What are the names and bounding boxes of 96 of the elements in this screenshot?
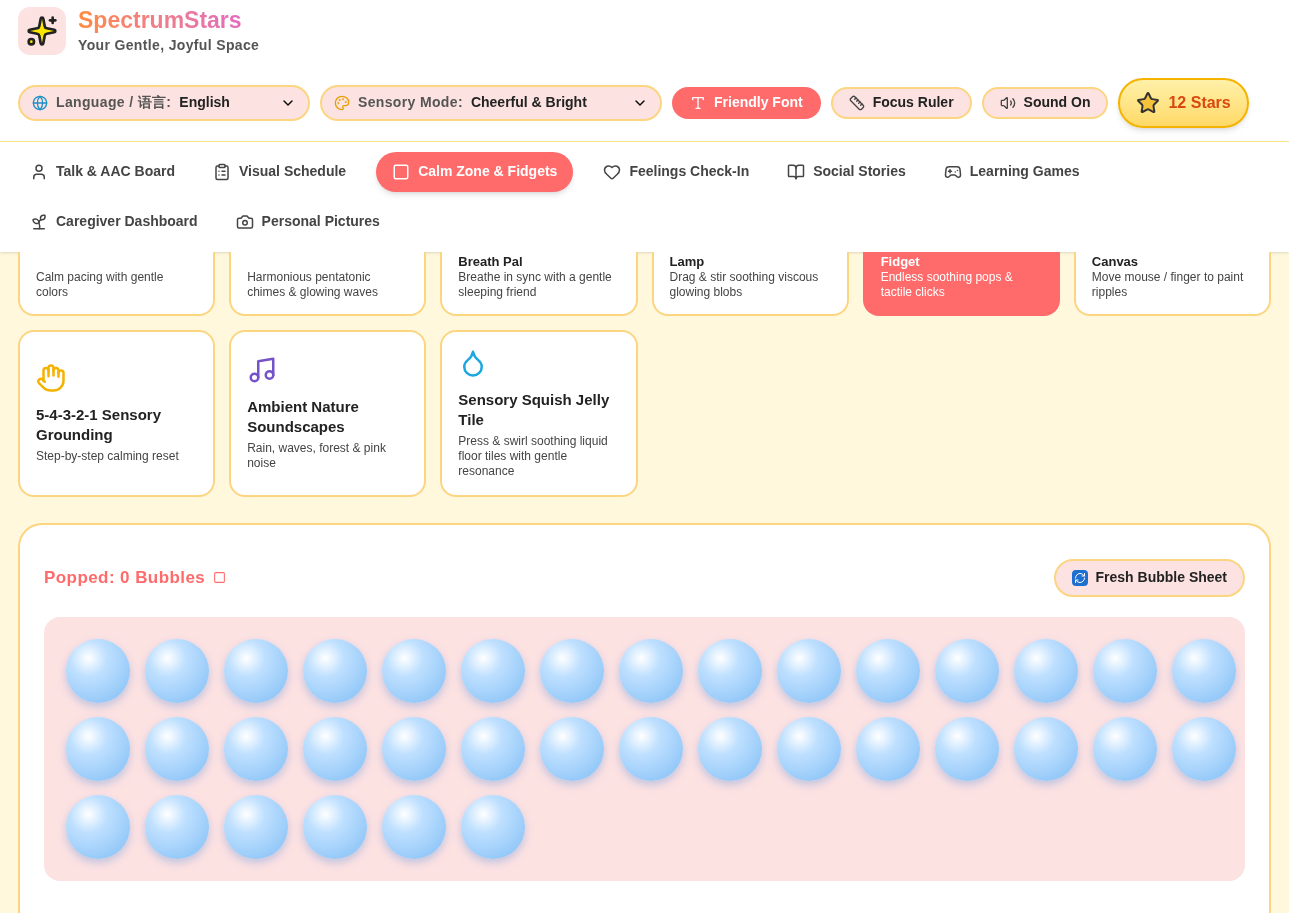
bubble[interactable] — [145, 794, 209, 859]
bubble[interactable] — [698, 716, 762, 781]
card-description: Drag & stir soothing viscous glowing blobs — [669, 269, 820, 300]
bubble[interactable] — [382, 794, 446, 859]
bubble[interactable] — [303, 638, 367, 703]
card-description: Rain, waves, forest & pink noise — [247, 441, 387, 472]
bubble[interactable] — [935, 638, 999, 703]
nav-tab[interactable]: Caregiver Dashboard — [22, 201, 206, 242]
activity-card[interactable]: Canvas Move mouse / finger to paint ripples — [1073, 251, 1271, 316]
square-icon — [213, 571, 227, 585]
card-description: Endless soothing pops & tactile clicks — [880, 269, 1014, 300]
bubble[interactable] — [66, 638, 130, 703]
bubble[interactable] — [777, 716, 841, 781]
camera-icon — [235, 212, 254, 231]
language-label: Language / 语言: — [56, 93, 172, 113]
hand-icon — [36, 362, 66, 393]
sensory-mode-label: Sensory Mode: — [358, 93, 463, 113]
clipboard-icon — [213, 162, 231, 181]
activity-card[interactable]: Sensory Squish Jelly Tile Press & swirl soothing liquid floor tiles with gentle resonance — [440, 329, 638, 497]
music-icon — [247, 355, 278, 386]
toggle-button[interactable]: Sound On — [981, 86, 1109, 119]
card-title: 5-4-3-2-1 Sensory Grounding — [36, 404, 163, 445]
activity-card[interactable]: Breath Pal Breathe in sync with a gentle sleeping friend — [440, 251, 638, 316]
bubble[interactable] — [1014, 716, 1078, 781]
bubble[interactable] — [1093, 716, 1157, 781]
bubble[interactable] — [1014, 638, 1078, 703]
card-title: Ambient Nature Soundscapes — [247, 397, 360, 438]
bubble[interactable] — [777, 638, 841, 703]
card-title: Lamp — [669, 253, 706, 270]
bubble[interactable] — [1172, 638, 1236, 703]
card-title: Breath Pal — [458, 253, 524, 270]
nav-tab[interactable]: Personal Pictures — [227, 201, 388, 242]
bubble[interactable] — [540, 716, 604, 781]
nav-tab[interactable]: Feelings Check-In — [595, 151, 758, 192]
bubble[interactable] — [303, 794, 367, 859]
square-icon — [392, 162, 411, 181]
bubble[interactable] — [224, 794, 288, 859]
sensory-mode-value: Cheerful & Bright — [470, 93, 587, 113]
bubble[interactable] — [935, 716, 999, 781]
bubble[interactable] — [303, 716, 367, 781]
nav-tab[interactable]: Visual Schedule — [205, 151, 355, 192]
bubble[interactable] — [461, 716, 525, 781]
bubble[interactable] — [461, 794, 525, 859]
bubble[interactable] — [856, 638, 920, 703]
app-tagline: Your Gentle, Joyful Space — [78, 35, 260, 55]
activity-card[interactable]: Calm pacing with gentle colors — [18, 251, 216, 316]
nav-tab[interactable]: Learning Games — [935, 151, 1088, 192]
person-icon — [30, 162, 48, 181]
card-description: Press & swirl soothing liquid floor tiles with gentle resonance — [458, 433, 609, 479]
card-title: Fidget — [880, 253, 921, 270]
fresh-sheet-button[interactable]: Fresh Bubble Sheet — [1053, 558, 1245, 597]
bubble[interactable] — [224, 716, 288, 781]
activity-card[interactable]: 5-4-3-2-1 Sensory Grounding Step-by-step calming reset — [18, 329, 216, 497]
language-value: English — [179, 93, 230, 113]
refresh-icon — [1071, 569, 1088, 586]
activity-card[interactable]: Ambient Nature Soundscapes Rain, waves, forest & pink noise — [229, 329, 427, 497]
sensory-mode-select[interactable]: Sensory Mode: Cheerful & Bright — [320, 84, 662, 121]
bubble[interactable] — [145, 716, 209, 781]
nav-tab[interactable]: Social Stories — [779, 151, 914, 192]
heart-icon — [603, 162, 622, 181]
card-description: Calm pacing with gentle colors — [36, 269, 165, 300]
card-description: Breathe in sync with a gentle sleeping friend — [458, 269, 613, 300]
ruler-icon — [848, 94, 865, 111]
toggle-button[interactable]: Focus Ruler — [830, 86, 972, 119]
bubble[interactable] — [382, 638, 446, 703]
logo-icon — [18, 6, 66, 55]
bubble[interactable] — [66, 794, 130, 859]
bubble[interactable] — [856, 716, 920, 781]
card-title: Sensory Squish Jelly Tile — [458, 389, 611, 430]
card-description: Harmonious pentatonic chimes & glowing waves — [247, 269, 379, 300]
bubble[interactable] — [619, 638, 683, 703]
bubble[interactable] — [619, 716, 683, 781]
bubble[interactable] — [540, 638, 604, 703]
language-select[interactable]: Language / 语言: English — [18, 84, 310, 121]
card-description: Move mouse / finger to paint ripples — [1091, 269, 1245, 300]
sprout-icon — [30, 212, 48, 231]
bubble[interactable] — [224, 638, 288, 703]
activity-card[interactable]: Harmonious pentatonic chimes & glowing waves — [229, 251, 427, 316]
book-icon — [787, 162, 806, 181]
nav-tab[interactable]: Talk & AAC Board — [22, 151, 183, 192]
star-icon — [1136, 90, 1161, 115]
popped-counter: Popped: 0 Bubbles — [44, 567, 206, 589]
activity-card[interactable]: Lamp Drag & stir soothing viscous glowing blobs — [651, 251, 849, 316]
card-description: Step-by-step calming reset — [36, 448, 180, 464]
bubble[interactable] — [66, 716, 130, 781]
card-title: Canvas — [1091, 253, 1140, 270]
text-icon — [690, 94, 706, 111]
bubble[interactable] — [1172, 716, 1236, 781]
bubble[interactable] — [382, 716, 446, 781]
globe-icon — [32, 94, 48, 111]
palette-icon — [334, 94, 350, 111]
bubble[interactable] — [145, 638, 209, 703]
speaker-icon — [999, 94, 1016, 111]
bubble[interactable] — [461, 638, 525, 703]
bubble[interactable] — [698, 638, 762, 703]
bubble[interactable] — [1093, 638, 1157, 703]
